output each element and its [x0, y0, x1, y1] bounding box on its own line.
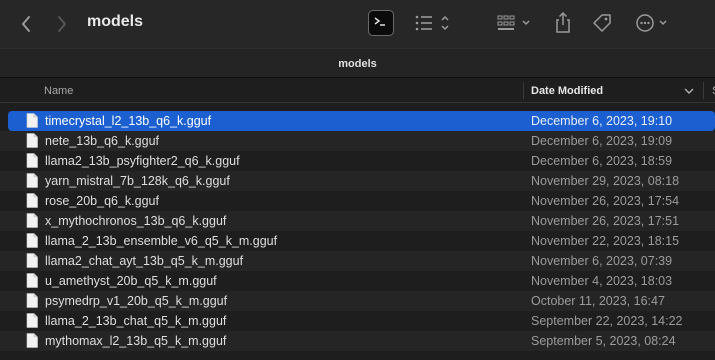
tag-icon: [593, 14, 611, 32]
date-modified-column-header[interactable]: Date Modified: [531, 85, 603, 97]
window-title: models: [87, 13, 144, 30]
column-divider[interactable]: [703, 82, 704, 99]
file-row[interactable]: x_mythochronos_13b_q6_k.gguf November 26,…: [0, 211, 715, 231]
file-row[interactable]: psymedrp_v1_20b_q5_k_m.gguf October 11, 2…: [0, 291, 715, 311]
ellipsis-circle-icon: [636, 14, 667, 32]
file-name: psymedrp_v1_20b_q5_k_m.gguf: [45, 294, 228, 308]
document-icon: [26, 333, 38, 348]
document-icon: [26, 253, 38, 268]
file-date-modified: September 5, 2023, 08:24: [531, 334, 676, 348]
file-name: llama_2_13b_ensemble_v6_q5_k_m.gguf: [45, 234, 278, 248]
column-divider[interactable]: [523, 82, 524, 99]
chevron-left-icon: [22, 16, 30, 32]
file-date-modified: November 26, 2023, 17:51: [531, 214, 680, 228]
document-icon: [26, 273, 38, 288]
path-bar: models: [0, 48, 715, 78]
document-icon: [26, 233, 38, 248]
document-icon: [26, 313, 38, 328]
file-name: x_mythochronos_13b_q6_k.gguf: [45, 214, 227, 228]
document-icon: [26, 173, 38, 188]
column-header: Name Date Modified S: [0, 79, 715, 103]
file-name: llama_2_13b_chat_q5_k_m.gguf: [45, 314, 227, 328]
file-date-modified: November 4, 2023, 18:03: [531, 274, 673, 288]
file-row[interactable]: mythomax_l2_13b_q5_k_m.gguf September 5, …: [0, 331, 715, 351]
file-row[interactable]: u_amethyst_20b_q5_k_m.gguf November 4, 20…: [0, 271, 715, 291]
file-date-modified: December 6, 2023, 18:59: [531, 154, 673, 168]
list-view-icon: [415, 15, 449, 31]
file-row[interactable]: llama2_chat_ayt_13b_q5_k_m.gguf November …: [0, 251, 715, 271]
file-name: llama2_13b_psyfighter2_q6_k.gguf: [45, 154, 240, 168]
chevron-down-icon[interactable]: [683, 85, 695, 97]
file-date-modified: December 6, 2023, 19:10: [531, 114, 673, 128]
file-name: timecrystal_l2_13b_q6_k.gguf: [45, 114, 212, 128]
toolbar: models: [0, 0, 715, 48]
grid-view-icon: [497, 15, 530, 30]
file-list: timecrystal_l2_13b_q6_k.gguf December 6, …: [0, 111, 715, 351]
document-icon: [26, 213, 38, 228]
file-name: mythomax_l2_13b_q5_k_m.gguf: [45, 334, 227, 348]
tag-button[interactable]: [590, 11, 614, 35]
file-row[interactable]: llama2_13b_psyfighter2_q6_k.gguf December…: [0, 151, 715, 171]
file-date-modified: November 6, 2023, 07:39: [531, 254, 673, 268]
file-row[interactable]: llama_2_13b_chat_q5_k_m.gguf September 22…: [0, 311, 715, 331]
path-bar-title: models: [338, 58, 377, 70]
file-row[interactable]: nete_13b_q6_k.gguf December 6, 2023, 19:0…: [0, 131, 715, 151]
file-date-modified: September 22, 2023, 14:22: [531, 314, 683, 328]
file-date-modified: November 29, 2023, 08:18: [531, 174, 680, 188]
share-icon: [556, 11, 570, 33]
back-button[interactable]: [16, 12, 36, 36]
forward-button[interactable]: [52, 12, 72, 36]
file-name: nete_13b_q6_k.gguf: [45, 134, 159, 148]
view-options-button[interactable]: [412, 12, 452, 34]
file-name: llama2_chat_ayt_13b_q5_k_m.gguf: [45, 254, 244, 268]
terminal-button[interactable]: [368, 10, 394, 36]
document-icon: [26, 113, 38, 128]
file-date-modified: November 26, 2023, 17:54: [531, 194, 680, 208]
document-icon: [26, 193, 38, 208]
file-date-modified: November 22, 2023, 18:15: [531, 234, 680, 248]
group-button[interactable]: [496, 12, 536, 34]
file-name: yarn_mistral_7b_128k_q6_k.gguf: [45, 174, 230, 188]
name-column-header[interactable]: Name: [44, 85, 73, 97]
document-icon: [26, 293, 38, 308]
file-row[interactable]: rose_20b_q6_k.gguf November 26, 2023, 17:…: [0, 191, 715, 211]
file-row[interactable]: yarn_mistral_7b_128k_q6_k.gguf November 2…: [0, 171, 715, 191]
more-actions-button[interactable]: [634, 11, 674, 35]
document-icon: [26, 153, 38, 168]
chevron-right-icon: [58, 16, 66, 32]
file-row[interactable]: llama_2_13b_ensemble_v6_q5_k_m.gguf Novem…: [0, 231, 715, 251]
file-date-modified: December 6, 2023, 19:09: [531, 134, 673, 148]
file-name: u_amethyst_20b_q5_k_m.gguf: [45, 274, 217, 288]
file-name: rose_20b_q6_k.gguf: [45, 194, 159, 208]
file-row[interactable]: timecrystal_l2_13b_q6_k.gguf December 6, …: [8, 111, 715, 131]
document-icon: [26, 133, 38, 148]
share-button[interactable]: [552, 10, 574, 36]
file-date-modified: October 11, 2023, 16:47: [531, 294, 665, 308]
terminal-icon: [374, 17, 385, 26]
